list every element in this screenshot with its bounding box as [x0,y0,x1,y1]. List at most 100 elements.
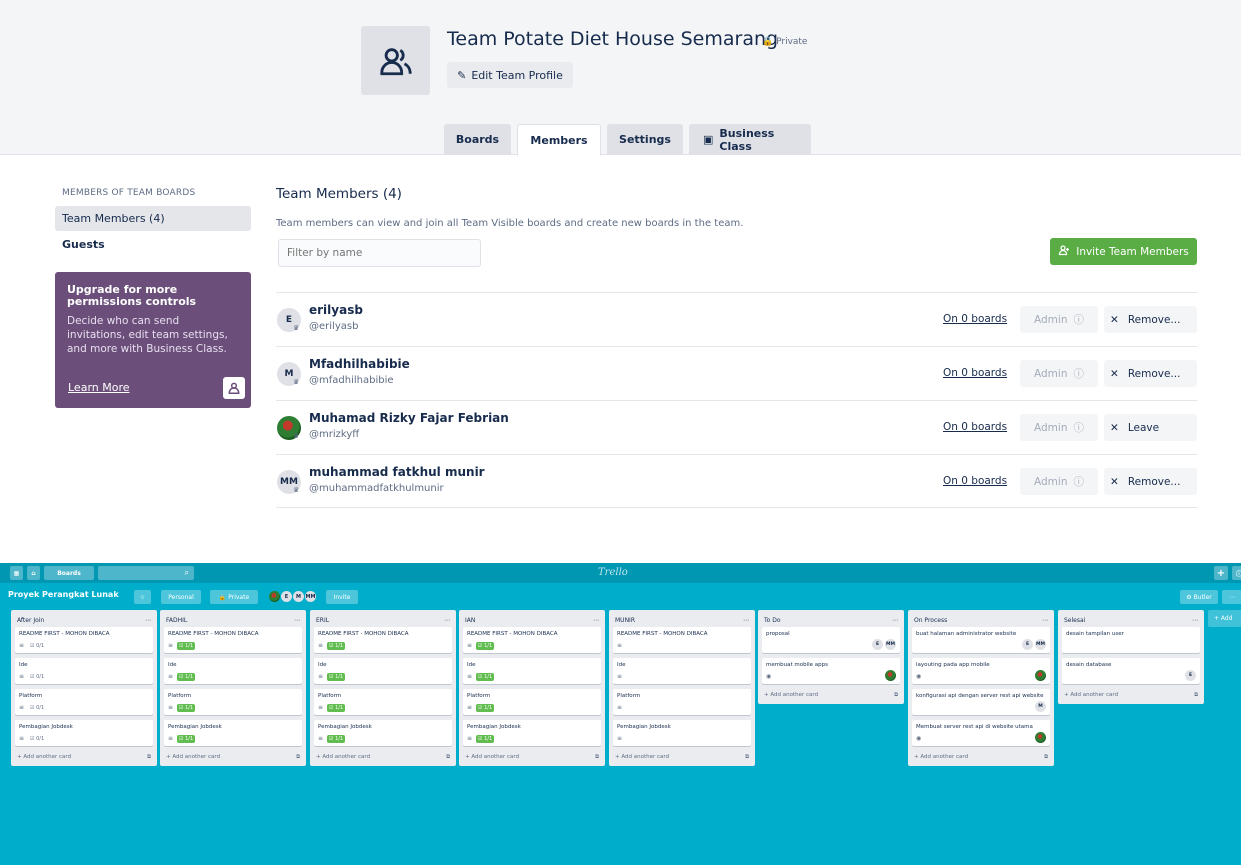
board-title[interactable]: Proyek Perangkat Lunak [8,590,119,599]
add-card-button[interactable]: + Add another card ⧉ [912,751,1050,763]
admin-role-button[interactable]: Admin ⓘ [1020,306,1098,333]
edit-team-profile-button[interactable]: ✎ Edit Team Profile [447,62,573,88]
list-menu-icon[interactable]: ⋯ [1192,617,1198,624]
avatar[interactable]: E [1185,670,1196,681]
list-header[interactable]: Selesai ⋯ [1062,613,1200,627]
create-plus-icon[interactable]: + [1214,566,1228,580]
invite-button[interactable]: Invite [326,590,358,604]
list-menu-icon[interactable]: ⋯ [145,617,151,624]
list-card[interactable]: Pembagian Jobdesk ≡ ☑ 1/1 [463,720,601,746]
list-card[interactable]: README FIRST - MOHON DIBACA ≡ ☑ 1/1 [164,627,302,653]
apps-grid-icon[interactable]: ▦ [10,566,23,580]
member-boards-link[interactable]: On 0 boards [943,421,1007,433]
admin-role-button[interactable]: Admin ⓘ [1020,414,1098,441]
card-template-icon[interactable]: ⧉ [1194,692,1198,699]
member-boards-link[interactable]: On 0 boards [943,475,1007,487]
boards-button[interactable]: Boards [44,566,94,580]
add-card-button[interactable]: + Add another card ⧉ [314,751,452,763]
card-template-icon[interactable]: ⧉ [446,754,450,761]
add-card-button[interactable]: + Add another card ⧉ [613,751,751,763]
admin-role-button[interactable]: Admin ⓘ [1020,468,1098,495]
info-icon[interactable]: ⓘ [1232,566,1241,580]
avatar[interactable] [885,670,896,681]
tab-boards[interactable]: Boards [444,124,511,155]
card-template-icon[interactable]: ⧉ [147,754,151,761]
list-card[interactable]: README FIRST - MOHON DIBACA ≡ ☑ 0/1 [15,627,153,653]
card-template-icon[interactable]: ⧉ [1044,754,1048,761]
list-card[interactable]: Ide ≡ ☑ 1/1 [314,658,452,684]
privacy-button[interactable]: 🔒 Private [210,590,258,604]
list-header[interactable]: To Do ⋯ [762,613,900,627]
list-menu-icon[interactable]: ⋯ [593,617,599,624]
list-card[interactable]: Ide ≡ ☑ 1/1 [463,658,601,684]
sidebar-item-team-members[interactable]: Team Members (4) [55,206,251,231]
list-card[interactable]: Platform ≡ ☑ 1/1 [314,689,452,715]
avatar[interactable]: MM [304,590,317,603]
tab-members[interactable]: Members [517,124,601,156]
remove-member-button[interactable]: ✕ Remove... [1104,468,1197,495]
card-template-icon[interactable]: ⧉ [296,754,300,761]
list-card[interactable]: Ide ≡ ☑ 0/1 [15,658,153,684]
butler-button[interactable]: ⚙ Butler [1180,590,1218,604]
list-card[interactable]: Platform ≡ ☑ 1/1 [164,689,302,715]
list-card[interactable]: Pembagian Jobdesk ≡ ☑ 1/1 [164,720,302,746]
avatar[interactable]: E [872,639,883,650]
card-template-icon[interactable]: ⧉ [595,754,599,761]
tab-business-class[interactable]: ▣ Business Class [689,124,811,155]
list-header[interactable]: After Join ⋯ [15,613,153,627]
invite-team-members-button[interactable]: Invite Team Members [1050,238,1197,265]
avatar[interactable]: M [1035,701,1046,712]
admin-role-button[interactable]: Admin ⓘ [1020,360,1098,387]
add-card-button[interactable]: + Add another card ⧉ [463,751,601,763]
filter-by-name-input[interactable] [278,239,481,267]
personal-button[interactable]: Personal [161,590,201,604]
member-boards-link[interactable]: On 0 boards [943,313,1007,325]
add-card-button[interactable]: + Add another card ⧉ [762,689,900,701]
privacy-badge[interactable]: 🔒 Private [762,37,807,47]
card-template-icon[interactable]: ⧉ [894,692,898,699]
list-header[interactable]: IAN ⋯ [463,613,601,627]
list-card[interactable]: Membuat server rest api di website utama… [912,720,1050,746]
avatar[interactable]: MM [885,639,896,650]
list-card[interactable]: README FIRST - MOHON DIBACA ≡ [613,627,751,653]
list-card[interactable]: Ide ≡ ☑ 1/1 [164,658,302,684]
list-menu-icon[interactable]: ⋯ [892,617,898,624]
list-header[interactable]: FADHIL ⋯ [164,613,302,627]
list-card[interactable]: Platform ≡ [613,689,751,715]
list-card[interactable]: membuat mobile apps ◉ [762,658,900,684]
list-header[interactable]: MUNIR ⋯ [613,613,751,627]
list-menu-icon[interactable]: ⋯ [444,617,450,624]
list-card[interactable]: Pembagian Jobdesk ≡ [613,720,751,746]
avatar[interactable]: MM [1035,639,1046,650]
add-card-button[interactable]: + Add another card ⧉ [164,751,302,763]
list-card[interactable]: konfigurasi api dengan server rest api w… [912,689,1050,715]
add-card-button[interactable]: + Add another card ⧉ [1062,689,1200,701]
sidebar-item-guests[interactable]: Guests [55,232,251,257]
avatar[interactable] [1035,670,1046,681]
list-card[interactable]: README FIRST - MOHON DIBACA ≡ ☑ 1/1 [463,627,601,653]
home-icon[interactable]: ⌂ [27,566,40,580]
list-card[interactable]: Pembagian Jobdesk ≡ ☑ 0/1 [15,720,153,746]
search-input[interactable]: ⌕ [98,566,194,580]
list-card[interactable]: desain tampilan user [1062,627,1200,653]
tab-settings[interactable]: Settings [607,124,683,155]
remove-member-button[interactable]: ✕ Remove... [1104,360,1197,387]
list-card[interactable]: desain database E [1062,658,1200,684]
list-card[interactable]: proposal E MM [762,627,900,653]
list-card[interactable]: Platform ≡ ☑ 0/1 [15,689,153,715]
list-header[interactable]: On Process ⋯ [912,613,1050,627]
list-card[interactable]: layouting pada app mobile ◉ [912,658,1050,684]
star-icon[interactable]: ☆ [134,590,151,604]
list-menu-icon[interactable]: ⋯ [1042,617,1048,624]
leave-team-button[interactable]: ✕ Leave [1104,414,1197,441]
add-card-button[interactable]: + Add another card ⧉ [15,751,153,763]
avatar[interactable] [1035,732,1046,743]
learn-more-link[interactable]: Learn More [68,381,130,394]
list-card[interactable]: Platform ≡ ☑ 1/1 [463,689,601,715]
member-boards-link[interactable]: On 0 boards [943,367,1007,379]
list-header[interactable]: ERIL ⋯ [314,613,452,627]
list-menu-icon[interactable]: ⋯ [294,617,300,624]
list-card[interactable]: README FIRST - MOHON DIBACA ≡ ☑ 1/1 [314,627,452,653]
remove-member-button[interactable]: ✕ Remove... [1104,306,1197,333]
list-menu-icon[interactable]: ⋯ [743,617,749,624]
